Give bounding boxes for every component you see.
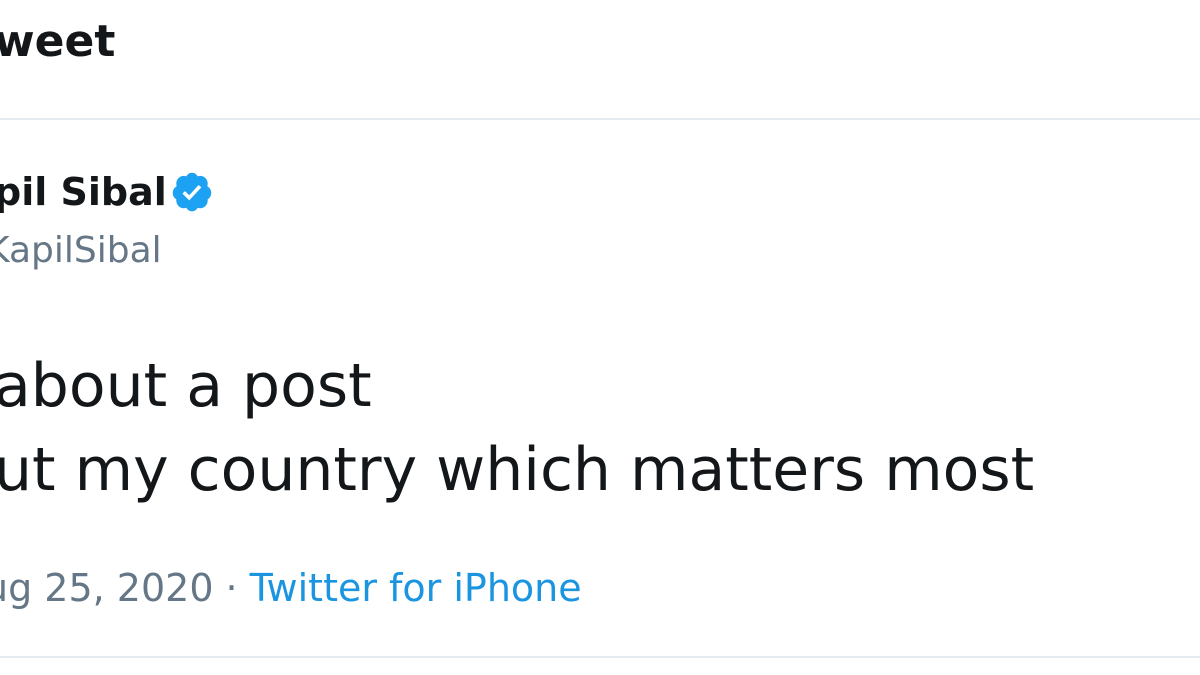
tweet-line: ut my country which matters most <box>0 435 1035 505</box>
tweet-card[interactable]: pil Sibal KapilSibal about a post ut my … <box>0 120 1200 656</box>
page-header: weet <box>0 0 1200 120</box>
tweet-text: about a post ut my country which matters… <box>0 344 1034 512</box>
author-handle[interactable]: KapilSibal <box>0 230 162 271</box>
handle-text: KapilSibal <box>0 230 162 271</box>
meta-separator: · <box>225 566 238 610</box>
tweet-meta: ug 25, 2020 · Twitter for iPhone <box>0 566 582 610</box>
divider <box>0 656 1200 658</box>
tweet-date[interactable]: ug 25, 2020 <box>0 566 214 610</box>
verified-badge-icon <box>172 172 212 212</box>
tweet-line: about a post <box>0 351 372 421</box>
author-name[interactable]: pil Sibal <box>0 170 167 214</box>
page-title: weet <box>0 16 116 67</box>
tweet-source-link[interactable]: Twitter for iPhone <box>250 566 582 610</box>
